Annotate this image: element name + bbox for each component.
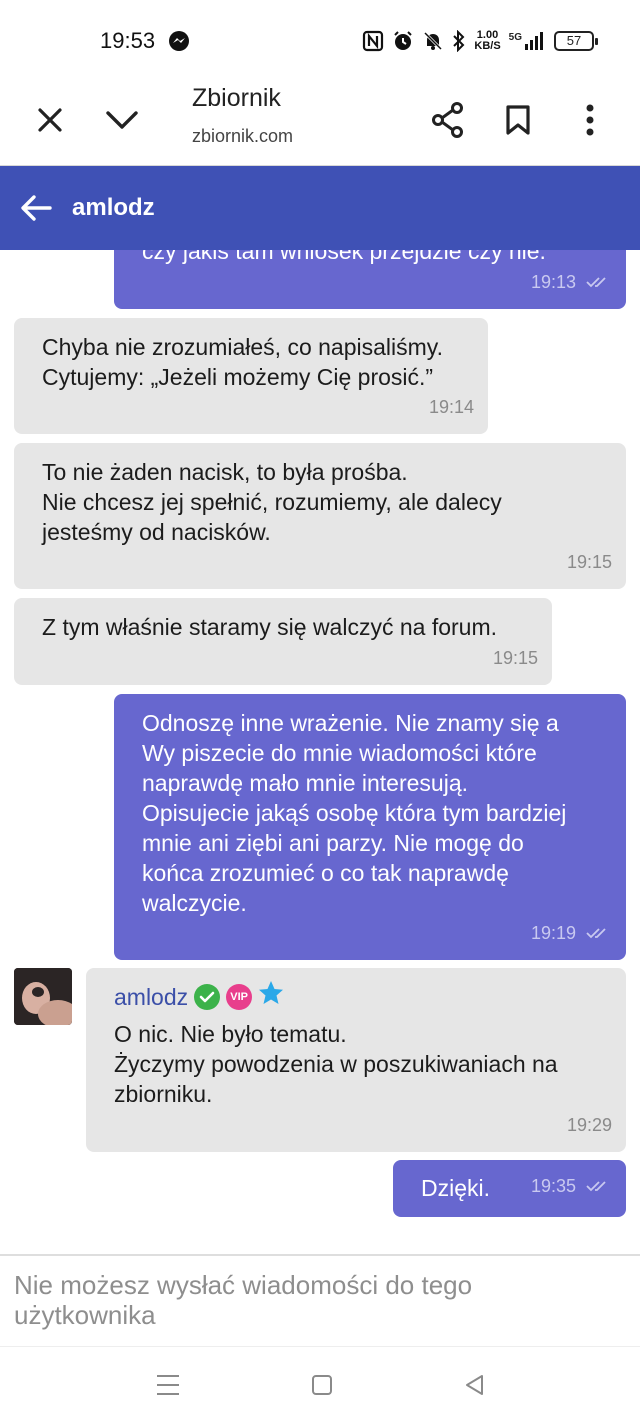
read-ticks-icon — [586, 277, 606, 288]
conversation-header: amlodz — [0, 166, 640, 250]
message-text: O nic. Nie było tematu. Życzymy powodzen… — [114, 1021, 558, 1107]
message-text: To nie żaden nacisk, to była prośba. Nie… — [42, 459, 502, 545]
chevron-down-icon[interactable] — [98, 96, 146, 144]
browser-page-title: Zbiornik — [192, 84, 281, 112]
message-text: Z tym właśnie staramy się walczyć na for… — [42, 614, 498, 640]
message-meta: 19:15 — [493, 643, 538, 673]
vip-badge: VIP — [226, 983, 253, 1010]
more-icon[interactable] — [566, 96, 614, 144]
message-meta: 19:14 — [429, 392, 474, 422]
bookmark-icon[interactable] — [494, 96, 542, 144]
message-composer: Nie możesz wysłać wiadomości do tego uży… — [0, 1254, 640, 1346]
message-incoming: Chyba nie zrozumiałeś, co napisaliśmy. C… — [14, 318, 488, 434]
mute-icon — [422, 30, 444, 52]
message-time: 19:15 — [492, 648, 538, 668]
system-nav-bar — [0, 1346, 640, 1422]
message-meta: 19:19 — [531, 918, 612, 948]
status-icons: 1.00 KB/S 5G 57 — [362, 26, 598, 56]
message-time: 19:29 — [566, 1115, 612, 1135]
alarm-icon — [392, 30, 414, 52]
battery-indicator: 57 — [554, 31, 598, 51]
message-text: czy jakiś tam wniosek przejdzie czy nie. — [142, 250, 546, 264]
nfc-icon — [362, 30, 384, 52]
avatar[interactable] — [14, 968, 72, 1025]
star-icon — [258, 980, 284, 1013]
menu-icon[interactable] — [148, 1369, 188, 1401]
status-time: 19:53 — [100, 28, 156, 53]
composer-disabled-notice: Nie możesz wysłać wiadomości do tego uży… — [14, 1270, 473, 1330]
read-ticks-icon — [586, 928, 606, 939]
message-time: 19:35 — [530, 1176, 576, 1196]
message-time: 19:13 — [530, 272, 576, 292]
back-icon[interactable] — [454, 1369, 494, 1401]
read-ticks-icon — [586, 1181, 606, 1192]
network-speed: 1.00 KB/S — [474, 29, 501, 52]
sender-row: amlodz VIP — [114, 980, 598, 1013]
browser-url[interactable]: zbiornik.com — [192, 126, 293, 147]
verified-icon — [194, 983, 221, 1010]
message-list[interactable]: czy jakiś tam wniosek przejdzie czy nie.… — [0, 250, 640, 1254]
message-meta: 19:13 — [531, 267, 612, 297]
message-meta: 19:35 — [531, 1171, 612, 1201]
home-icon[interactable] — [302, 1369, 342, 1401]
message-incoming: Z tym właśnie staramy się walczyć na for… — [14, 598, 552, 685]
message-text: Chyba nie zrozumiałeś, co napisaliśmy. C… — [42, 334, 443, 390]
message-text: Odnoszę inne wrażenie. Nie znamy się a W… — [142, 710, 567, 916]
message-time: 19:14 — [428, 397, 474, 417]
message-incoming: amlodz VIP O nic. Nie było tematu. Życzy… — [86, 968, 626, 1152]
message-outgoing: czy jakiś tam wniosek przejdzie czy nie.… — [114, 250, 626, 309]
browser-toolbar: Zbiornik zbiornik.com — [0, 78, 640, 166]
message-incoming: To nie żaden nacisk, to była prośba. Nie… — [14, 443, 626, 589]
message-meta: 19:29 — [567, 1110, 612, 1140]
message-outgoing: Odnoszę inne wrażenie. Nie znamy się a W… — [114, 694, 626, 960]
messenger-icon — [168, 30, 190, 52]
sender-name[interactable]: amlodz — [114, 982, 188, 1012]
bluetooth-icon — [452, 30, 466, 52]
signal-icon: 5G — [509, 32, 546, 50]
back-arrow-icon[interactable] — [14, 186, 58, 230]
message-outgoing: Dzięki. 19:35 — [393, 1160, 626, 1217]
message-time: 19:19 — [530, 923, 576, 943]
close-icon[interactable] — [26, 96, 74, 144]
share-icon[interactable] — [424, 96, 472, 144]
message-time: 19:15 — [566, 552, 612, 572]
conversation-title: amlodz — [72, 194, 155, 221]
message-meta: 19:15 — [567, 547, 612, 577]
status-bar: 19:53 1.00 KB/S 5G 57 — [0, 0, 640, 78]
network-type: 5G — [508, 32, 522, 43]
